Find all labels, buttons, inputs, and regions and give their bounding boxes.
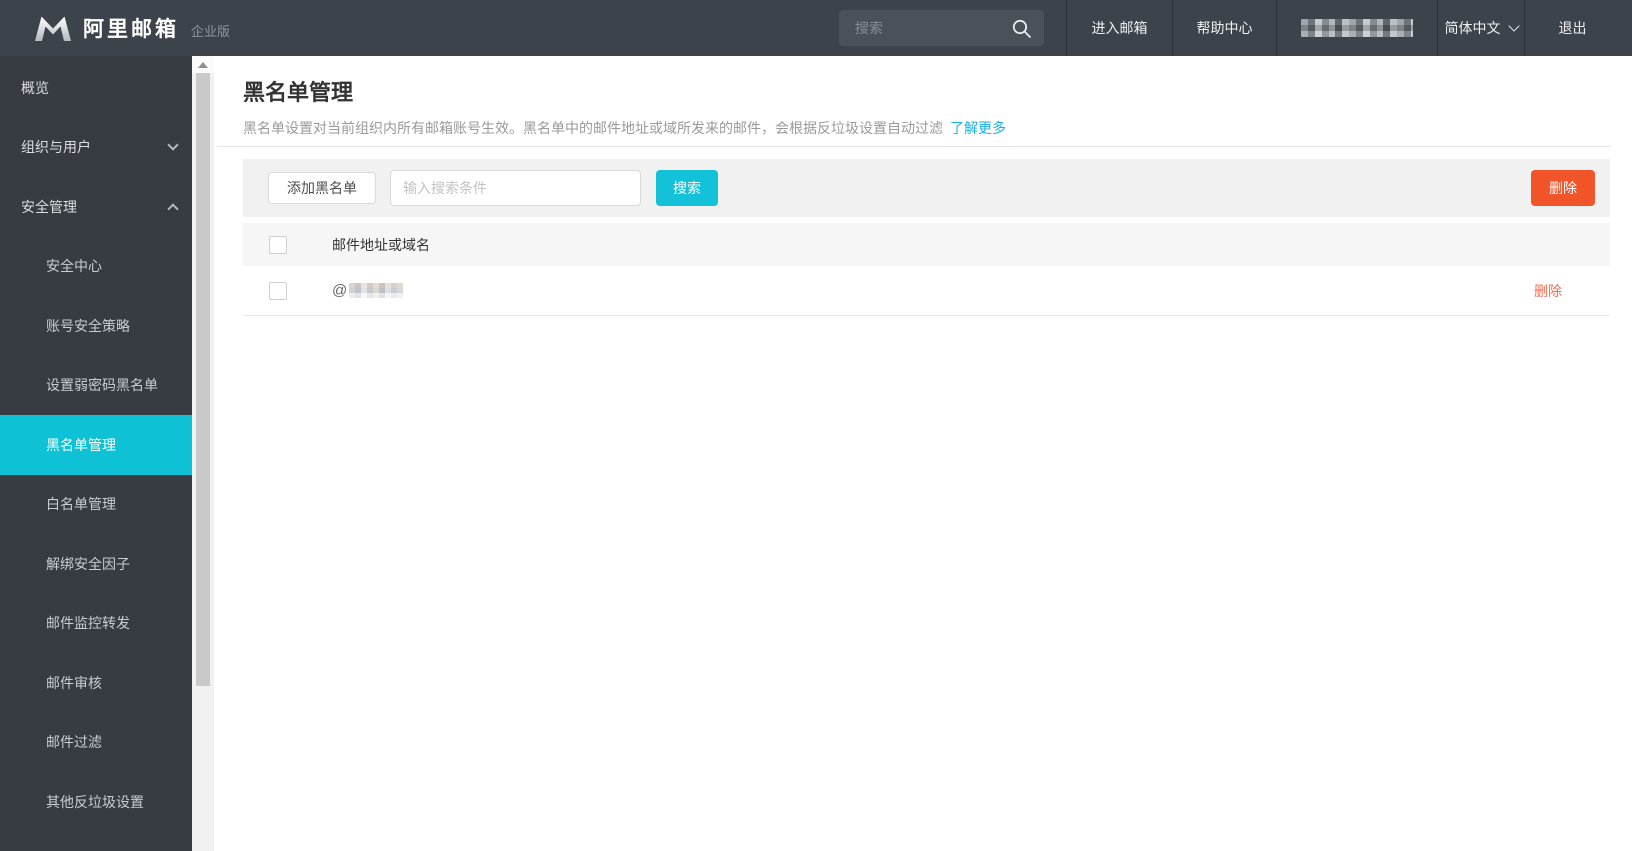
sidebar-item-label: 邮件审核 bbox=[46, 674, 102, 691]
nav-user-account[interactable] bbox=[1276, 0, 1437, 56]
sidebar-item-label: 账号安全策略 bbox=[46, 317, 130, 334]
sidebar-menu: 概览组织与用户安全管理安全中心账号安全策略设置弱密码黑名单 黑名单管理白名单管理解… bbox=[0, 56, 192, 851]
sidebar-item-label: 邮件过滤 bbox=[46, 734, 102, 751]
sidebar-item[interactable]: 组织与用户 bbox=[0, 118, 192, 178]
sidebar-item-label: 组织与用户 bbox=[21, 139, 91, 156]
topbar: 阿里邮箱 企业版 进入邮箱 帮助中心 简体中文 bbox=[0, 0, 1632, 56]
table-row: @ 删除 bbox=[243, 266, 1610, 316]
topbar-nav: 进入邮箱 帮助中心 简体中文 退出 bbox=[1066, 0, 1620, 56]
app-window: 阿里邮箱 企业版 进入邮箱 帮助中心 简体中文 bbox=[0, 0, 1632, 851]
sidebar-item[interactable]: 其他反垃圾设置 bbox=[0, 772, 192, 832]
sidebar-item[interactable]: 黑名单管理 bbox=[0, 415, 192, 475]
blacklist-table: 邮件地址或域名 @ 删除 bbox=[243, 223, 1610, 316]
table-header-row: 邮件地址或域名 bbox=[243, 223, 1610, 266]
sidebar-item-label: 解绑安全因子 bbox=[46, 555, 130, 572]
toolbar: 添加黑名单 搜索 删除 bbox=[243, 159, 1610, 217]
sidebar-item-label: 黑名单管理 bbox=[46, 436, 116, 453]
row-delete-link[interactable]: 删除 bbox=[1534, 281, 1562, 301]
sidebar-item[interactable]: 解绑安全因子 bbox=[0, 534, 192, 594]
user-email-redacted bbox=[1301, 19, 1413, 37]
nav-enter-mailbox[interactable]: 进入邮箱 bbox=[1066, 0, 1172, 56]
sidebar-item[interactable]: 安全管理 bbox=[0, 177, 192, 237]
page-title: 黑名单管理 bbox=[243, 80, 354, 105]
table-body: @ 删除 bbox=[243, 266, 1610, 316]
chevron-down-icon bbox=[1507, 20, 1520, 32]
page-description: 黑名单设置对当前组织内所有邮箱账号生效。黑名单中的邮件地址或域所发来的邮件，会根… bbox=[243, 118, 1610, 138]
scroll-up-arrow-icon bbox=[198, 61, 208, 68]
topbar-search-input[interactable] bbox=[839, 20, 1011, 36]
sidebar-item-label: 安全中心 bbox=[46, 258, 102, 275]
address-prefix: @ bbox=[332, 282, 348, 299]
sidebar-item-label: 其他反垃圾设置 bbox=[46, 793, 144, 810]
sidebar-item[interactable]: 白名单管理 bbox=[0, 475, 192, 535]
search-button[interactable]: 搜索 bbox=[656, 170, 718, 206]
nav-logout-label: 退出 bbox=[1558, 20, 1587, 36]
alimail-logo-icon bbox=[33, 15, 73, 42]
scrollbar-up-button[interactable] bbox=[192, 56, 214, 73]
page-description-text: 黑名单设置对当前组织内所有邮箱账号生效。黑名单中的邮件地址或域所发来的邮件，会根… bbox=[243, 120, 943, 136]
domain-redacted bbox=[349, 283, 404, 298]
sidebar-item-label: 安全管理 bbox=[21, 198, 77, 215]
sidebar-item-label: 设置弱密码黑名单 bbox=[46, 377, 158, 394]
row-checkbox[interactable] bbox=[269, 281, 287, 300]
sidebar-item[interactable]: 账号安全策略 bbox=[0, 296, 192, 356]
nav-language-switcher[interactable]: 简体中文 bbox=[1437, 0, 1524, 56]
search-icon[interactable] bbox=[1011, 18, 1032, 39]
sidebar-item[interactable]: 邮件审核 bbox=[0, 653, 192, 713]
add-blacklist-button[interactable]: 添加黑名单 bbox=[268, 172, 376, 204]
sidebar-item[interactable]: 设置弱密码黑名单 bbox=[0, 356, 192, 416]
scrollbar-thumb[interactable] bbox=[196, 73, 210, 686]
nav-enter-mailbox-label: 进入邮箱 bbox=[1091, 20, 1148, 36]
sidebar-item-label: 白名单管理 bbox=[46, 496, 116, 513]
vertical-scrollbar[interactable] bbox=[192, 56, 214, 851]
nav-help-center[interactable]: 帮助中心 bbox=[1172, 0, 1276, 56]
filter-search-input[interactable] bbox=[390, 170, 641, 206]
chevron-up-icon bbox=[167, 203, 179, 215]
nav-language-label: 简体中文 bbox=[1444, 20, 1501, 36]
brand-name: 阿里邮箱 bbox=[83, 18, 179, 41]
delete-button[interactable]: 删除 bbox=[1531, 170, 1595, 206]
section-divider bbox=[217, 146, 1610, 147]
main-content: 黑名单管理 黑名单设置对当前组织内所有邮箱账号生效。黑名单中的邮件地址或域所发来… bbox=[214, 56, 1632, 851]
chevron-down-icon bbox=[167, 139, 179, 151]
learn-more-link[interactable]: 了解更多 bbox=[950, 120, 1006, 136]
nav-logout[interactable]: 退出 bbox=[1524, 0, 1620, 56]
sidebar-item[interactable]: 邮件监控转发 bbox=[0, 594, 192, 654]
sidebar-item[interactable]: 邮件过滤 bbox=[0, 713, 192, 773]
sidebar-item[interactable]: 概览 bbox=[0, 58, 192, 118]
column-header-address: 邮件地址或域名 bbox=[332, 236, 430, 253]
address-cell: @ bbox=[332, 282, 404, 299]
brand-edition: 企业版 bbox=[191, 24, 231, 39]
brand: 阿里邮箱 企业版 bbox=[0, 13, 230, 43]
sidebar-item-label: 邮件监控转发 bbox=[46, 615, 130, 632]
topbar-search-box[interactable] bbox=[839, 10, 1044, 46]
sidebar-item[interactable]: 安全中心 bbox=[0, 237, 192, 297]
sidebar-item-label: 概览 bbox=[21, 79, 49, 96]
select-all-checkbox[interactable] bbox=[269, 235, 287, 254]
nav-help-center-label: 帮助中心 bbox=[1196, 20, 1253, 36]
